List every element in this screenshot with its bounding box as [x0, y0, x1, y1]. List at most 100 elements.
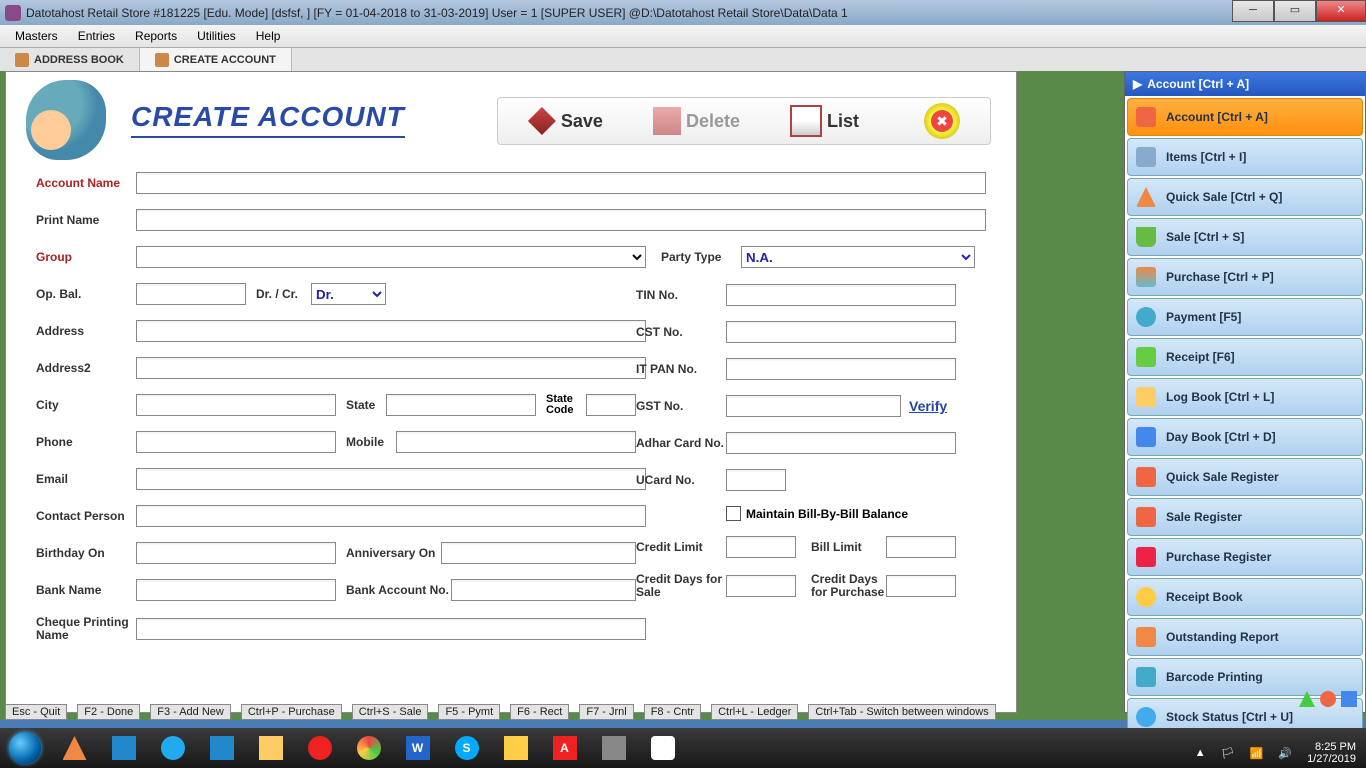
sidebar-item-account[interactable]: Account [Ctrl + A] [1127, 98, 1363, 136]
shortcut-f5: F5 - Pymt [438, 704, 500, 720]
birthday-input[interactable] [136, 542, 336, 564]
sidebar-item-payment[interactable]: Payment [F5] [1127, 298, 1363, 336]
tab-addressbook[interactable]: ADDRESS BOOK [0, 48, 140, 72]
menu-entries[interactable]: Entries [68, 27, 125, 45]
tray-network-icon[interactable]: 📶 [1250, 747, 1264, 760]
shortcut-ct: Ctrl+Tab - Switch between windows [808, 704, 995, 720]
nav-globe-icon[interactable] [1320, 691, 1336, 707]
creditlimit-input[interactable] [726, 536, 796, 558]
taskbar-acrobat[interactable]: A [542, 730, 587, 766]
sidebar-item-daybook[interactable]: Day Book [Ctrl + D] [1127, 418, 1363, 456]
taskbar-app3[interactable] [591, 730, 636, 766]
gstno-input[interactable] [726, 395, 901, 417]
taskbar-chrome[interactable] [346, 730, 391, 766]
sidebar-item-purchasereg[interactable]: Purchase Register [1127, 538, 1363, 576]
sidebar-item-quicksalereg[interactable]: Quick Sale Register [1127, 458, 1363, 496]
tray-flag-icon[interactable]: 🏳 [1221, 747, 1235, 760]
menu-reports[interactable]: Reports [125, 27, 187, 45]
mobile-input[interactable] [396, 431, 636, 453]
bankname-input[interactable] [136, 579, 336, 601]
anniversary-input[interactable] [441, 542, 636, 564]
start-button[interactable] [0, 728, 50, 768]
city-input[interactable] [136, 394, 336, 416]
receipt-icon [1136, 347, 1156, 367]
ucard-input[interactable] [726, 469, 786, 491]
cstno-input[interactable] [726, 321, 956, 343]
itpan-input[interactable] [726, 358, 956, 380]
verify-link[interactable]: Verify [909, 398, 947, 414]
creditdayssale-input[interactable] [726, 575, 796, 597]
tab-createaccount[interactable]: CREATE ACCOUNT [140, 48, 292, 72]
menu-help[interactable]: Help [246, 27, 291, 45]
adhar-input[interactable] [726, 432, 956, 454]
sidebar-item-receiptbook[interactable]: Receipt Book [1127, 578, 1363, 616]
label-contact: Contact Person [36, 509, 136, 523]
list-button[interactable]: List [790, 105, 859, 137]
address2-input[interactable] [136, 357, 646, 379]
shortcut-f7: F7 - Jrnl [579, 704, 633, 720]
email-input[interactable] [136, 468, 646, 490]
taskbar: W S A ▲ 🏳 📶 🔊 8:25 PM 1/27/2019 [0, 728, 1366, 768]
maximize-button[interactable]: ▭ [1274, 0, 1316, 22]
contactperson-input[interactable] [136, 505, 646, 527]
nav-right-icon[interactable] [1341, 691, 1357, 707]
vlc-icon [63, 736, 87, 760]
taskbar-notes[interactable] [493, 730, 538, 766]
save-button[interactable]: Save [528, 107, 603, 135]
label-accountname: Account Name [36, 176, 136, 190]
tray-sound-icon[interactable]: 🔊 [1278, 747, 1292, 760]
taskbar-vlc[interactable] [52, 730, 97, 766]
taskbar-app1[interactable] [101, 730, 146, 766]
purchasereg-icon [1136, 547, 1156, 567]
taskbar-paint[interactable] [640, 730, 685, 766]
system-tray[interactable]: ▲ 🏳 📶 🔊 8:25 PM 1/27/2019 [1195, 741, 1356, 765]
label-gstno: GST No. [636, 399, 726, 413]
minimize-button[interactable]: ─ [1232, 0, 1274, 22]
opbal-input[interactable] [136, 283, 246, 305]
phone-input[interactable] [136, 431, 336, 453]
form-close-button[interactable] [924, 103, 960, 139]
taskbar-opera[interactable] [297, 730, 342, 766]
maintainbill-checkbox[interactable] [726, 506, 741, 521]
sidebar-item-items[interactable]: Items [Ctrl + I] [1127, 138, 1363, 176]
address-input[interactable] [136, 320, 646, 342]
label-address: Address [36, 324, 136, 338]
label-ucard: UCard No. [636, 473, 726, 487]
quicksale-icon [1136, 187, 1156, 207]
shortcut-f3: F3 - Add New [150, 704, 231, 720]
daybook-icon [1136, 427, 1156, 447]
taskbar-ie[interactable] [150, 730, 195, 766]
addressbook-icon [15, 53, 29, 67]
tray-up-icon[interactable]: ▲ [1195, 747, 1206, 759]
menu-utilities[interactable]: Utilities [187, 27, 246, 45]
sidebar-item-salereg[interactable]: Sale Register [1127, 498, 1363, 536]
sidebar-item-outstanding[interactable]: Outstanding Report [1127, 618, 1363, 656]
drcr-select[interactable]: Dr. [311, 283, 386, 305]
statecode-input[interactable] [586, 394, 636, 416]
state-input[interactable] [386, 394, 536, 416]
label-chequename: Cheque Printing Name [36, 616, 136, 642]
sidebar-item-logbook[interactable]: Log Book [Ctrl + L] [1127, 378, 1363, 416]
shortcut-cp: Ctrl+P - Purchase [241, 704, 342, 720]
label-state: State [346, 398, 386, 412]
tinno-input[interactable] [726, 284, 956, 306]
billlimit-input[interactable] [886, 536, 956, 558]
group-select[interactable] [136, 246, 646, 268]
taskbar-word[interactable]: W [395, 730, 440, 766]
menu-masters[interactable]: Masters [5, 27, 68, 45]
form-body: Account Name Print Name Group Party Type… [6, 167, 1016, 662]
taskbar-app2[interactable] [199, 730, 244, 766]
taskbar-explorer[interactable] [248, 730, 293, 766]
label-bankname: Bank Name [36, 583, 136, 597]
close-button[interactable]: ✕ [1316, 0, 1366, 22]
chequename-input[interactable] [136, 618, 646, 640]
nav-up-icon[interactable] [1299, 691, 1315, 707]
sidebar-item-receipt[interactable]: Receipt [F6] [1127, 338, 1363, 376]
delete-button[interactable]: Delete [653, 107, 740, 135]
sidebar-item-sale[interactable]: Sale [Ctrl + S] [1127, 218, 1363, 256]
bankacct-input[interactable] [451, 579, 636, 601]
taskbar-skype[interactable]: S [444, 730, 489, 766]
creditdayspurchase-input[interactable] [886, 575, 956, 597]
sidebar-item-purchase[interactable]: Purchase [Ctrl + P] [1127, 258, 1363, 296]
sidebar-item-quicksale[interactable]: Quick Sale [Ctrl + Q] [1127, 178, 1363, 216]
